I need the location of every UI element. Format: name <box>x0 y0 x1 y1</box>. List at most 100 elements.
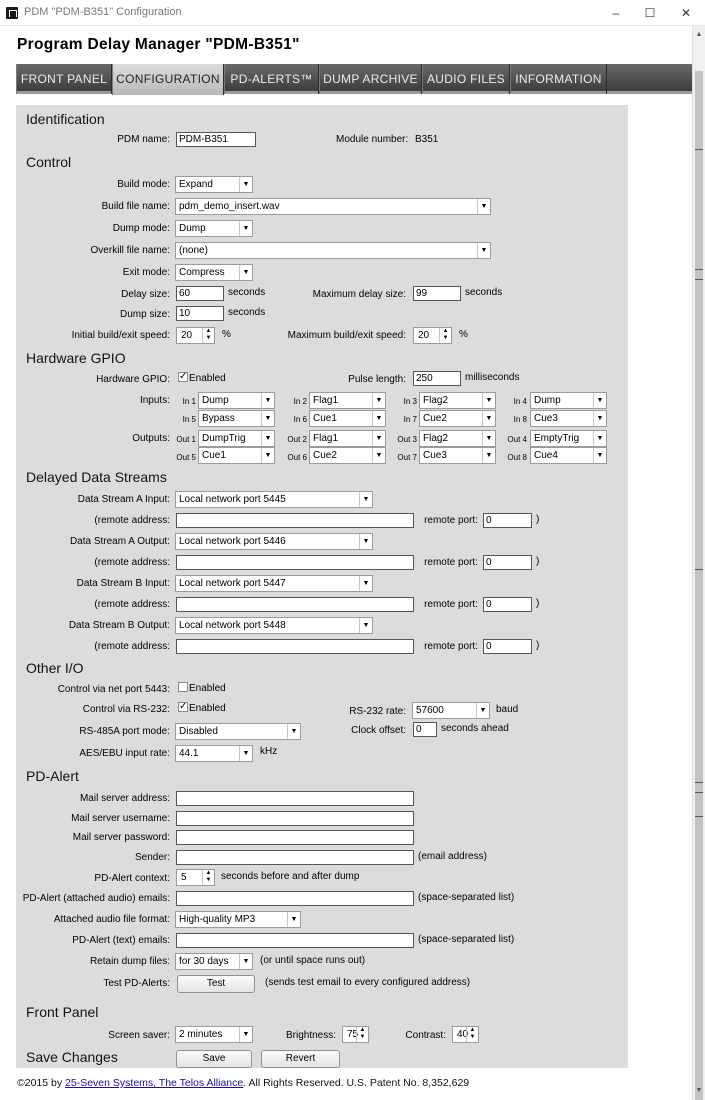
text-emails-field[interactable] <box>176 933 414 948</box>
dump-size-label: Dump size: <box>119 309 170 320</box>
spinner-arrows-icon[interactable]: ▲ ▼ <box>202 328 214 343</box>
mail-password-field[interactable] <box>176 830 414 845</box>
remote-address-field[interactable] <box>176 639 414 654</box>
save-button[interactable]: Save <box>176 1050 252 1068</box>
rs232-enabled-label: Enabled <box>189 703 226 714</box>
rs232-rate-select[interactable]: 57600 ▼ <box>412 702 490 719</box>
gpio-out-select[interactable]: Cue1 ▼ <box>198 447 275 464</box>
gpio-out-select[interactable]: Flag1 ▼ <box>309 430 386 447</box>
gpio-out-tag: Out 1 <box>176 435 196 444</box>
app-icon <box>6 7 18 19</box>
spinner-arrows-icon[interactable]: ▲ ▼ <box>356 1027 368 1042</box>
dump-size-field[interactable]: 10 <box>176 306 224 321</box>
net-port-label: Control via net port 5443: <box>57 684 170 695</box>
gpio-in-select[interactable]: Cue1 ▼ <box>309 410 386 427</box>
contrast-stepper[interactable]: 40 ▲ ▼ <box>452 1026 479 1043</box>
remote-address-label: (remote address: <box>94 515 170 526</box>
company-link[interactable]: 25-Seven Systems, The Telos Alliance <box>65 1077 243 1089</box>
screen-saver-select[interactable]: 2 minutes ▼ <box>175 1026 253 1043</box>
stream-select[interactable]: Local network port 5448 ▼ <box>175 617 373 634</box>
remote-address-field[interactable] <box>176 513 414 528</box>
rs232-checkbox[interactable]: ✓ <box>178 702 188 712</box>
stream-select[interactable]: Local network port 5447 ▼ <box>175 575 373 592</box>
tab-pd-alerts[interactable]: PD-ALERTS™ <box>224 64 319 94</box>
gpio-in-select[interactable]: Cue2 ▼ <box>419 410 496 427</box>
chevron-down-icon: ▼ <box>239 265 252 280</box>
overkill-select[interactable]: (none) ▼ <box>175 242 491 259</box>
remote-address-field[interactable] <box>176 597 414 612</box>
gpio-out-select[interactable]: DumpTrig ▼ <box>198 430 275 447</box>
gpio-in-select[interactable]: Dump ▼ <box>530 392 607 409</box>
tab-information[interactable]: INFORMATION <box>510 64 607 94</box>
gpio-out-select[interactable]: Cue3 ▼ <box>419 447 496 464</box>
net-port-checkbox[interactable] <box>178 682 188 692</box>
gpio-in-select[interactable]: Flag2 ▼ <box>419 392 496 409</box>
context-label: PD-Alert context: <box>94 873 170 884</box>
gpio-out-value: Cue4 <box>534 450 558 461</box>
tab-dump-archive[interactable]: DUMP ARCHIVE <box>319 64 422 94</box>
tab-configuration[interactable]: CONFIGURATION <box>112 64 224 95</box>
context-stepper[interactable]: 5 ▲ ▼ <box>176 869 215 886</box>
clock-offset-unit: seconds ahead <box>441 723 509 734</box>
vertical-scrollbar[interactable]: ▲ ▼ <box>692 26 705 1100</box>
sender-field[interactable] <box>176 850 414 865</box>
remote-port-field[interactable]: 0 <box>483 555 532 570</box>
scrollbar-thumb[interactable] <box>695 71 703 1100</box>
build-file-select[interactable]: pdm_demo_insert.wav ▼ <box>175 198 491 215</box>
section-pd-alert: PD-Alert <box>26 768 79 784</box>
mail-user-field[interactable] <box>176 811 414 826</box>
remote-address-field[interactable] <box>176 555 414 570</box>
spinner-arrows-icon[interactable]: ▲ ▼ <box>202 870 214 885</box>
build-mode-select[interactable]: Expand ▼ <box>175 176 253 193</box>
gpio-out-select[interactable]: Flag2 ▼ <box>419 430 496 447</box>
hw-gpio-checkbox[interactable]: ✓ <box>178 372 188 382</box>
spinner-arrows-icon[interactable]: ▲ ▼ <box>439 328 451 343</box>
remote-port-field[interactable]: 0 <box>483 597 532 612</box>
gpio-out-select[interactable]: Cue2 ▼ <box>309 447 386 464</box>
stream-select[interactable]: Local network port 5445 ▼ <box>175 491 373 508</box>
gpio-in-value: Flag1 <box>313 395 339 406</box>
page-content: Program Delay Manager "PDM-B351" FRONT P… <box>0 26 692 1100</box>
gpio-in-value: Cue2 <box>423 413 447 424</box>
brightness-stepper[interactable]: 75 ▲ ▼ <box>342 1026 369 1043</box>
dump-mode-select[interactable]: Dump ▼ <box>175 220 253 237</box>
mail-server-field[interactable] <box>176 791 414 806</box>
exit-mode-label: Exit mode: <box>122 267 170 278</box>
gpio-in-select[interactable]: Dump ▼ <box>198 392 275 409</box>
gpio-in-select[interactable]: Bypass ▼ <box>198 410 275 427</box>
exit-mode-select[interactable]: Compress ▼ <box>175 264 253 281</box>
gpio-in-value: Cue1 <box>313 413 337 424</box>
max-delay-field[interactable]: 99 <box>413 286 461 301</box>
stream-select[interactable]: Local network port 5446 ▼ <box>175 533 373 550</box>
tab-front-panel[interactable]: FRONT PANEL <box>16 64 112 94</box>
remote-port-field[interactable]: 0 <box>483 639 532 654</box>
close-button[interactable]: ✕ <box>676 4 696 22</box>
scroll-down-icon[interactable]: ▼ <box>693 1084 705 1098</box>
text-emails-hint: (space-separated list) <box>418 934 515 945</box>
aes-select[interactable]: 44.1 ▼ <box>175 745 253 762</box>
gpio-in-select[interactable]: Flag1 ▼ <box>309 392 386 409</box>
gpio-in-select[interactable]: Cue3 ▼ <box>530 410 607 427</box>
revert-button[interactable]: Revert <box>261 1050 340 1068</box>
rs485-select[interactable]: Disabled ▼ <box>175 723 301 740</box>
minimize-button[interactable]: – <box>606 4 626 22</box>
pdm-name-field[interactable]: PDM-B351 <box>176 132 256 147</box>
scroll-up-icon[interactable]: ▲ <box>693 28 705 42</box>
gpio-out-select[interactable]: EmptyTrig ▼ <box>530 430 607 447</box>
clock-offset-field[interactable]: 0 <box>413 722 437 737</box>
gpio-in-value: Dump <box>202 395 229 406</box>
retain-select[interactable]: for 30 days ▼ <box>175 953 253 970</box>
test-button[interactable]: Test <box>177 975 255 993</box>
format-select[interactable]: High-quality MP3 ▼ <box>175 911 301 928</box>
max-speed-stepper[interactable]: 20 ▲ ▼ <box>413 327 452 344</box>
initial-speed-stepper[interactable]: 20 ▲ ▼ <box>176 327 215 344</box>
attached-emails-field[interactable] <box>176 891 414 906</box>
tab-audio-files[interactable]: AUDIO FILES <box>422 64 510 94</box>
spinner-arrows-icon[interactable]: ▲ ▼ <box>466 1027 478 1042</box>
chevron-down-icon: ▼ <box>239 954 252 969</box>
pulse-length-field[interactable]: 250 <box>413 371 461 386</box>
maximize-button[interactable]: ☐ <box>640 4 660 22</box>
delay-size-field[interactable]: 60 <box>176 286 224 301</box>
remote-port-field[interactable]: 0 <box>483 513 532 528</box>
gpio-out-select[interactable]: Cue4 ▼ <box>530 447 607 464</box>
